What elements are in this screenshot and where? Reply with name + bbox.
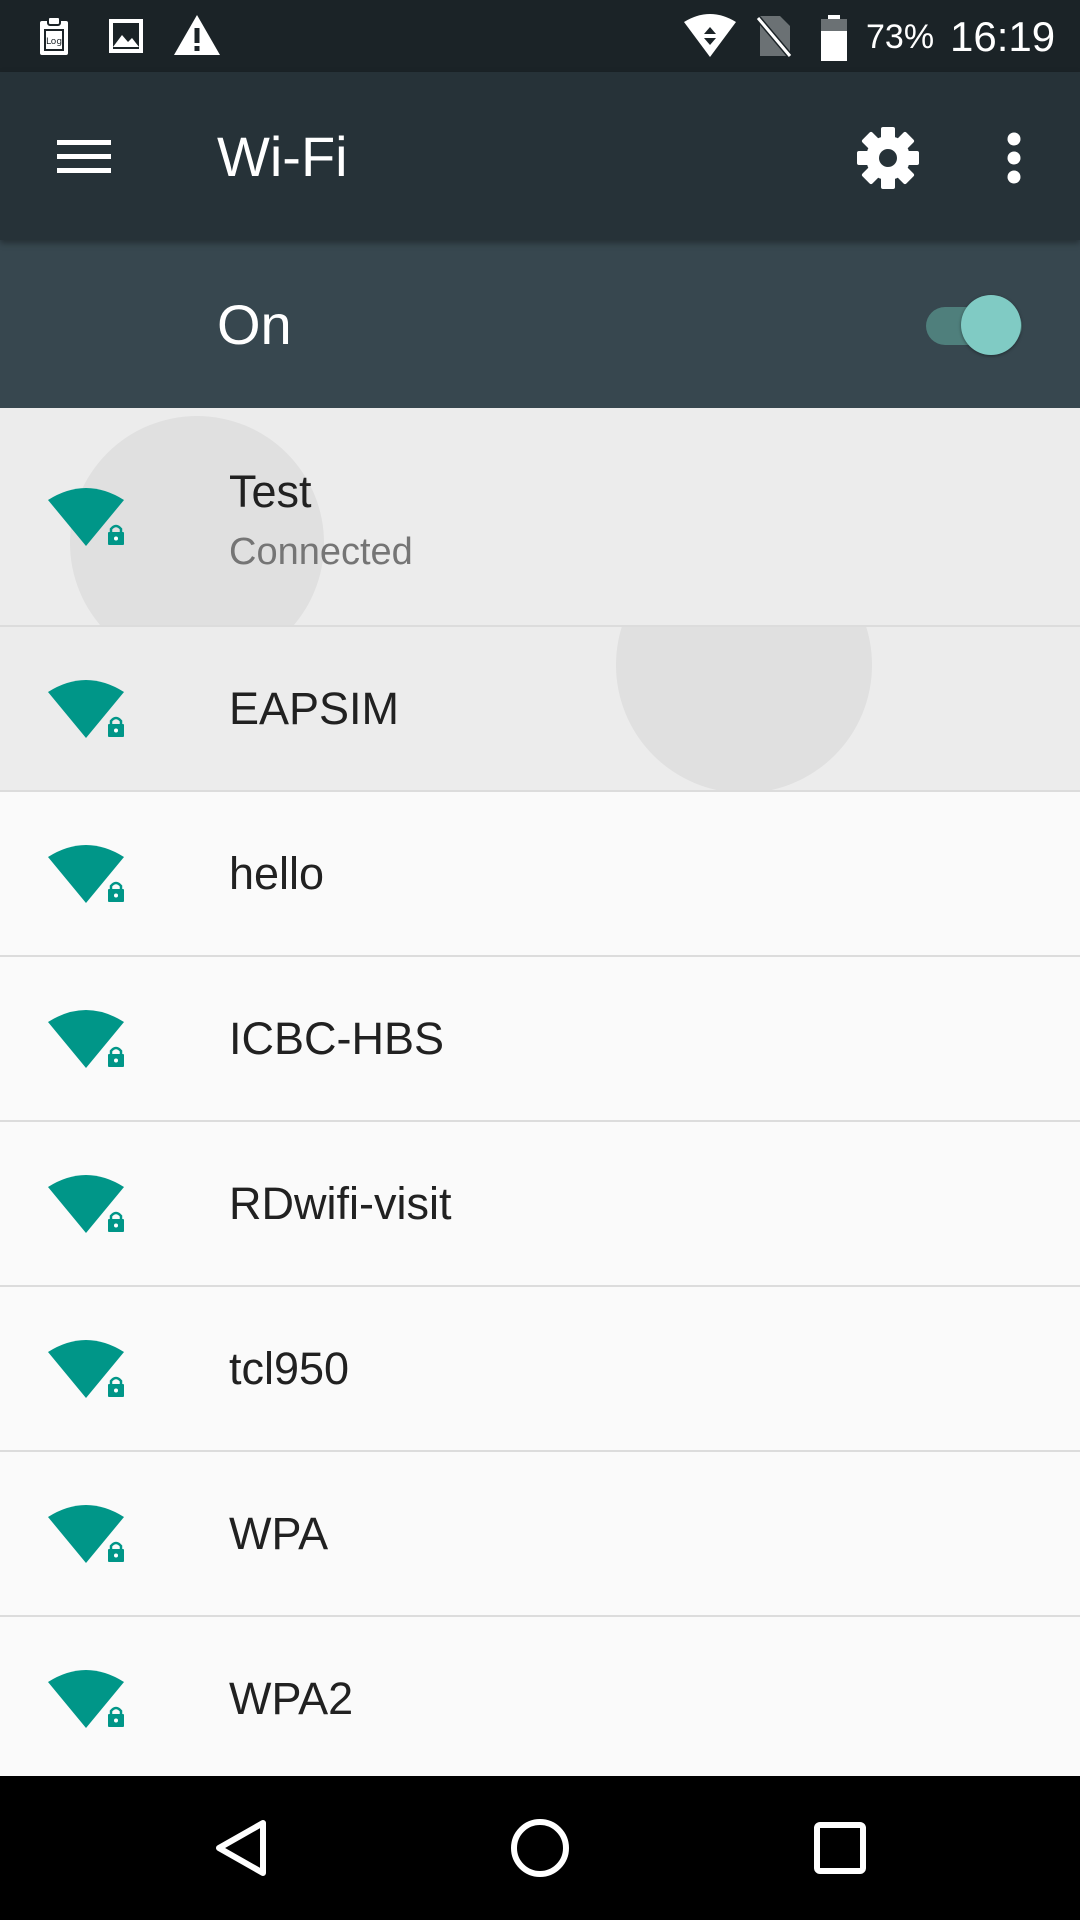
no-sim-icon xyxy=(756,16,792,58)
home-button[interactable] xyxy=(500,1808,580,1888)
menu-icon xyxy=(57,140,111,173)
recents-button[interactable] xyxy=(800,1808,880,1888)
wifi-signal-icon xyxy=(684,14,736,57)
wifi-locked-icon xyxy=(48,680,124,738)
battery-percent: 73% xyxy=(866,18,935,56)
back-icon xyxy=(216,1820,266,1876)
page-title: Wi-Fi xyxy=(217,125,348,188)
list-item[interactable]: RDwifi-visit xyxy=(0,1122,1080,1287)
list-item[interactable]: Test Connected xyxy=(0,408,1080,627)
wifi-locked-icon xyxy=(48,1175,124,1233)
gear-icon xyxy=(857,127,919,189)
network-name: hello xyxy=(229,848,325,899)
list-item[interactable]: WPA2 xyxy=(0,1617,1080,1782)
more-vert-icon xyxy=(1007,132,1021,184)
network-name: EAPSIM xyxy=(229,683,400,734)
image-notification-icon xyxy=(109,19,143,53)
list-item[interactable]: tcl950 xyxy=(0,1287,1080,1452)
warning-icon xyxy=(174,15,220,55)
network-name: ICBC-HBS xyxy=(229,1013,445,1064)
network-status: Connected xyxy=(229,531,413,573)
list-item[interactable]: ICBC-HBS xyxy=(0,957,1080,1122)
network-name: tcl950 xyxy=(229,1343,350,1394)
wifi-locked-icon xyxy=(48,488,124,546)
network-list: Test Connected EAPSIM hello ICBC-HBS RDw… xyxy=(0,408,1080,1782)
wifi-locked-icon xyxy=(48,1670,124,1728)
battery-icon xyxy=(821,15,847,61)
list-item[interactable]: EAPSIM xyxy=(0,627,1080,792)
wifi-locked-icon xyxy=(48,1010,124,1068)
more-options-button[interactable] xyxy=(984,118,1044,198)
list-item[interactable]: WPA xyxy=(0,1452,1080,1617)
switch-label: On xyxy=(217,293,292,356)
network-name: WPA xyxy=(229,1508,329,1559)
status-time: 16:19 xyxy=(950,13,1056,60)
wifi-switch-bar[interactable]: On xyxy=(0,240,1080,408)
home-icon xyxy=(511,1819,569,1877)
svg-text:Log: Log xyxy=(46,37,62,47)
wifi-toggle[interactable] xyxy=(924,295,1024,355)
list-item[interactable]: hello xyxy=(0,792,1080,957)
app-bar: Wi-Fi xyxy=(0,72,1080,240)
wifi-locked-icon xyxy=(48,1340,124,1398)
status-bar: Log 73% 16:19 xyxy=(0,0,1080,72)
wifi-locked-icon xyxy=(48,845,124,903)
navigation-bar xyxy=(0,1776,1080,1920)
touch-ripple xyxy=(616,627,872,790)
toggle-thumb xyxy=(961,295,1021,355)
log-notification-icon: Log xyxy=(40,16,68,55)
menu-button[interactable] xyxy=(40,116,128,196)
settings-button[interactable] xyxy=(848,118,928,198)
network-name: RDwifi-visit xyxy=(229,1178,452,1229)
network-name: WPA2 xyxy=(229,1673,354,1724)
recents-icon xyxy=(814,1822,866,1874)
back-button[interactable] xyxy=(200,1808,280,1888)
network-name: Test xyxy=(229,466,312,517)
wifi-locked-icon xyxy=(48,1505,124,1563)
